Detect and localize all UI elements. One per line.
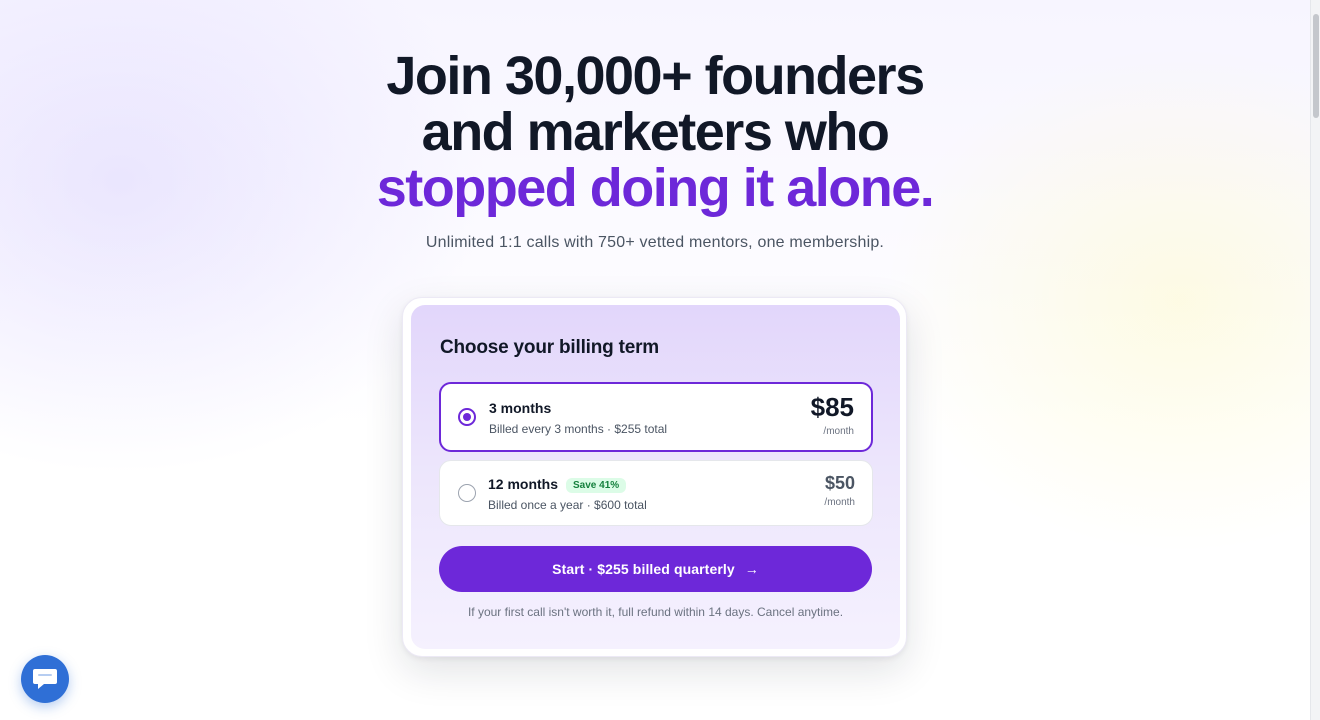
headline: Join 30,000+ founders and marketers who … xyxy=(0,48,1310,216)
billing-card: Choose your billing term 3 months Billed… xyxy=(411,305,900,649)
option-description: Billed once a year · $600 total xyxy=(488,498,647,512)
radio-unselected[interactable] xyxy=(458,484,476,502)
headline-line-2: and marketers who xyxy=(421,102,890,162)
option-name-row: 12 months Save 41% xyxy=(488,476,627,493)
save-badge: Save 41% xyxy=(566,478,627,493)
option-price-unit: /month xyxy=(823,426,854,437)
option-price: $50 xyxy=(824,473,855,493)
billing-title: Choose your billing term xyxy=(440,337,659,358)
arrow-right-icon: → xyxy=(744,561,759,577)
radio-selected[interactable] xyxy=(458,408,476,426)
option-description: Billed every 3 months · $255 total xyxy=(489,422,668,436)
option-name: 3 months xyxy=(489,400,552,416)
hero-section: Join 30,000+ founders and marketers who … xyxy=(0,48,1310,252)
chat-icon xyxy=(33,669,57,689)
chat-button[interactable] xyxy=(21,655,69,703)
billing-card-frame: Choose your billing term 3 months Billed… xyxy=(402,297,907,657)
scrollbar[interactable] xyxy=(1310,0,1320,720)
billing-option-3-months[interactable]: 3 months Billed every 3 months · $255 to… xyxy=(439,382,873,452)
option-price: $85 xyxy=(810,392,854,422)
billing-option-12-months[interactable]: 12 months Save 41% Billed once a year · $… xyxy=(439,460,873,526)
headline-line-1: Join 30,000+ founders xyxy=(386,46,925,106)
scrollbar-thumb[interactable] xyxy=(1313,14,1319,118)
headline-accent: stopped doing it alone. xyxy=(376,158,935,218)
option-name: 12 months xyxy=(488,476,559,492)
start-button[interactable]: Start · $255 billed quarterly → xyxy=(439,546,872,592)
start-button-label: Start · $255 billed quarterly xyxy=(552,561,735,577)
hero-subtitle: Unlimited 1:1 calls with 750+ vetted men… xyxy=(425,234,885,251)
option-price-unit: /month xyxy=(824,497,855,508)
refund-note: If your first call isn't worth it, full … xyxy=(467,605,844,619)
page: Join 30,000+ founders and marketers who … xyxy=(0,0,1310,720)
